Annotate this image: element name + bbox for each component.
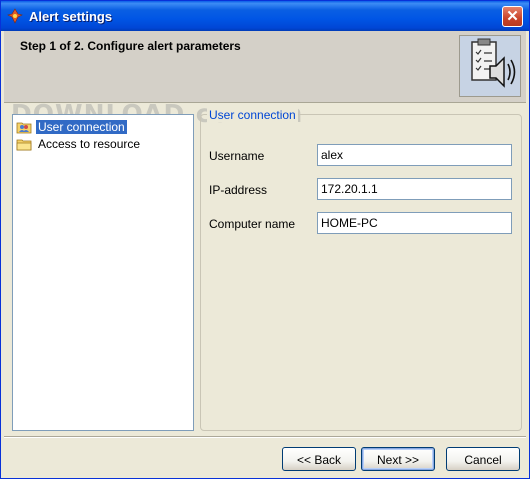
step-title: Step 1 of 2. Configure alert parameters	[20, 39, 241, 53]
ip-address-field[interactable]	[317, 178, 512, 200]
computer-name-label: Computer name	[209, 217, 296, 231]
wizard-header: Step 1 of 2. Configure alert parameters	[4, 31, 526, 103]
next-button[interactable]: Next >>	[361, 447, 435, 471]
computer-name-field[interactable]	[317, 212, 512, 234]
footer-divider	[4, 436, 526, 438]
group-title: User connection	[207, 108, 298, 122]
sidebar-item-label: Access to resource	[38, 137, 141, 151]
users-folder-icon	[16, 122, 32, 134]
window-title: Alert settings	[29, 9, 113, 24]
sidebar-item-user-connection[interactable]: User connection	[16, 119, 190, 135]
close-button[interactable]: ✕	[502, 6, 523, 27]
sidebar-item-access-to-resource[interactable]: Access to resource	[16, 136, 190, 152]
sidebar-tree[interactable]: User connection Access to resource	[12, 114, 194, 431]
ip-address-label: IP-address	[209, 183, 268, 197]
sidebar-item-label: User connection	[36, 120, 127, 134]
alert-settings-window: Alert settings ✕ Step 1 of 2. Configure …	[0, 0, 530, 479]
clipboard-speaker-icon	[459, 35, 521, 97]
app-icon	[7, 8, 23, 24]
username-field[interactable]	[317, 144, 512, 166]
title-bar[interactable]: Alert settings ✕	[1, 1, 529, 31]
folder-icon	[16, 139, 32, 151]
back-button[interactable]: << Back	[282, 447, 356, 471]
close-icon: ✕	[506, 8, 519, 25]
cancel-button[interactable]: Cancel	[446, 447, 520, 471]
username-label: Username	[209, 149, 265, 163]
